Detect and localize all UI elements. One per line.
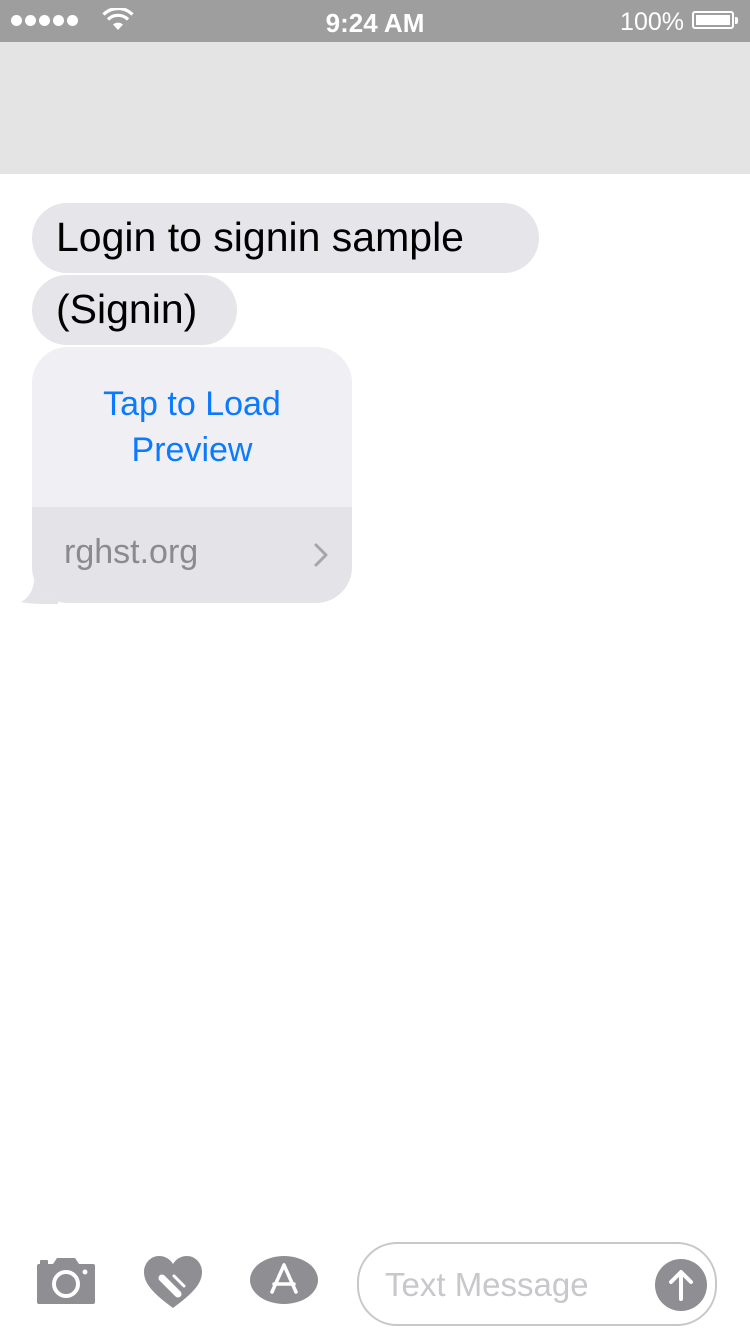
status-bar: 9:24 AM 100% (0, 0, 750, 42)
camera-icon[interactable] (37, 1256, 95, 1304)
battery-percent: 100% (620, 8, 684, 36)
link-preview-footer[interactable]: rghst.org (32, 507, 352, 603)
send-button[interactable] (655, 1259, 707, 1311)
link-domain: rghst.org (64, 533, 199, 571)
message-input[interactable]: Text Message (357, 1242, 717, 1326)
battery-icon (692, 11, 738, 29)
send-arrow-up-icon (669, 1270, 693, 1301)
message-placeholder: Text Message (385, 1266, 589, 1303)
message-bubble[interactable]: Login to signin sample (32, 203, 539, 273)
tap-to-load-preview-link[interactable]: Tap to Load Preview (72, 381, 312, 473)
app-store-icon[interactable] (250, 1256, 318, 1304)
chevron-right-icon (314, 543, 328, 567)
link-preview-load-area[interactable]: Tap to Load Preview (32, 347, 352, 507)
link-preview-card[interactable]: Tap to Load Preview rghst.org (32, 347, 352, 603)
digital-touch-heart-icon[interactable] (144, 1256, 202, 1310)
message-bubble[interactable]: (Signin) (32, 275, 237, 345)
navigation-bar (0, 42, 750, 174)
